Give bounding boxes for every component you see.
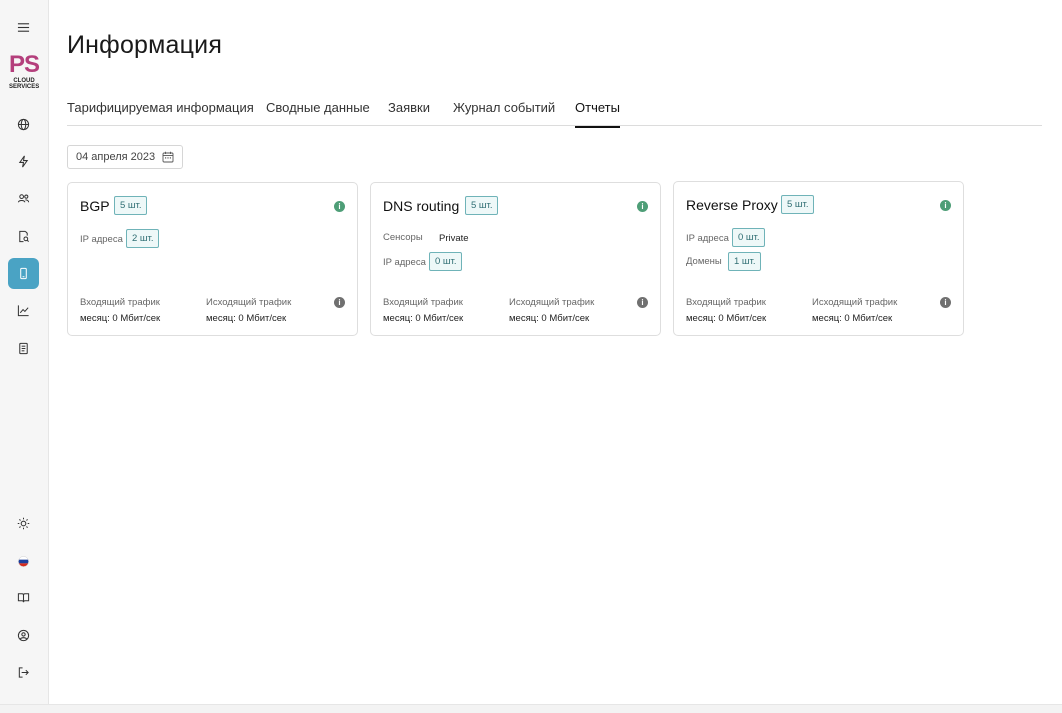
row-label: IP адреса [686, 233, 729, 244]
row-label: Сенсоры [383, 232, 423, 243]
sidebar-item-report[interactable] [8, 333, 39, 364]
outgoing-traffic-label: Исходящий трафик [509, 297, 595, 308]
docs-button[interactable] [8, 582, 39, 613]
flag-icon [18, 556, 29, 567]
logo-ps: PS [9, 51, 40, 78]
info-icon[interactable]: i [940, 200, 951, 211]
tab-requests[interactable]: Заявки [388, 100, 430, 126]
incoming-traffic-value: месяц: 0 Мбит/сек [686, 313, 767, 324]
traffic-info-icon[interactable]: i [637, 297, 648, 308]
info-icon[interactable]: i [637, 201, 648, 212]
tabs-bar: Тарифицируемая информация Сводные данные… [67, 98, 1042, 128]
document-search-icon [19, 230, 29, 243]
row-badge: 2 шт. [126, 229, 160, 248]
profile-button[interactable] [8, 620, 39, 651]
card-reverse-proxy: Reverse Proxy 5 шт. i IP адреса 0 шт. До… [673, 181, 964, 336]
count-badge: 5 шт. [465, 196, 499, 215]
sidebar-item-chart[interactable] [8, 295, 39, 326]
globe-icon [17, 118, 30, 131]
row-label: Домены [686, 256, 722, 267]
outgoing-traffic-label: Исходящий трафик [812, 297, 898, 308]
row-label: IP адреса [383, 257, 426, 268]
row-badge: 0 шт. [429, 252, 463, 271]
incoming-traffic-label: Входящий трафик [80, 297, 160, 308]
theme-toggle[interactable] [8, 508, 39, 539]
row-value: Private [439, 233, 469, 244]
tab-event-log[interactable]: Журнал событий [453, 100, 555, 126]
phone-icon [20, 267, 27, 280]
brand-logo[interactable]: PS CLOUD SERVICES [9, 51, 40, 92]
row-label: IP адреса [80, 234, 123, 245]
row-badge: 0 шт. [732, 228, 766, 247]
outgoing-traffic-value: месяц: 0 Мбит/сек [509, 313, 590, 324]
count-badge: 5 шт. [114, 196, 148, 215]
sidebar-item-lightning[interactable] [8, 146, 39, 177]
card-dns-routing: DNS routing 5 шт. i Сенсоры Private IP а… [370, 182, 661, 336]
sidebar-item-document-search[interactable] [8, 221, 39, 252]
date-value: 04 апреля 2023 [76, 151, 156, 163]
outgoing-traffic-value: месяц: 0 Мбит/сек [206, 313, 287, 324]
sidebar-item-globe[interactable] [8, 109, 39, 140]
incoming-traffic-value: месяц: 0 Мбит/сек [383, 313, 464, 324]
menu-icon[interactable] [8, 12, 39, 43]
card-title: BGP [80, 198, 110, 214]
page-title: Информация [67, 31, 223, 59]
book-icon [17, 593, 30, 603]
language-selector[interactable] [8, 546, 39, 577]
sidebar-item-info[interactable] [8, 258, 39, 289]
traffic-info-icon[interactable]: i [940, 297, 951, 308]
lightning-icon [18, 155, 29, 168]
tab-billing-info[interactable]: Тарифицируемая информация [67, 100, 254, 126]
sun-icon [17, 517, 30, 530]
logout-icon [18, 667, 29, 678]
users-icon [17, 194, 30, 203]
incoming-traffic-value: месяц: 0 Мбит/сек [80, 313, 161, 324]
report-icon [19, 342, 28, 355]
incoming-traffic-label: Входящий трафик [383, 297, 463, 308]
chart-icon [17, 305, 29, 317]
row-badge: 1 шт. [728, 252, 762, 271]
card-title: DNS routing [383, 198, 460, 214]
sidebar: PS CLOUD SERVICES [0, 0, 49, 704]
tab-reports[interactable]: Отчеты [575, 100, 620, 128]
tab-summary[interactable]: Сводные данные [266, 100, 370, 126]
profile-icon [17, 629, 30, 642]
info-icon[interactable]: i [334, 201, 345, 212]
logo-line2: SERVICES [9, 84, 40, 90]
card-bgp: BGP 5 шт. i IP адреса 2 шт. Входящий тра… [67, 182, 358, 336]
card-title: Reverse Proxy [686, 197, 778, 213]
bottom-strip [0, 704, 1062, 713]
traffic-info-icon[interactable]: i [334, 297, 345, 308]
outgoing-traffic-label: Исходящий трафик [206, 297, 292, 308]
incoming-traffic-label: Входящий трафик [686, 297, 766, 308]
logout-button[interactable] [8, 657, 39, 688]
calendar-icon [162, 151, 174, 163]
outgoing-traffic-value: месяц: 0 Мбит/сек [812, 313, 893, 324]
count-badge: 5 шт. [781, 195, 815, 214]
date-picker[interactable]: 04 апреля 2023 [67, 145, 183, 169]
sidebar-item-users[interactable] [8, 183, 39, 214]
